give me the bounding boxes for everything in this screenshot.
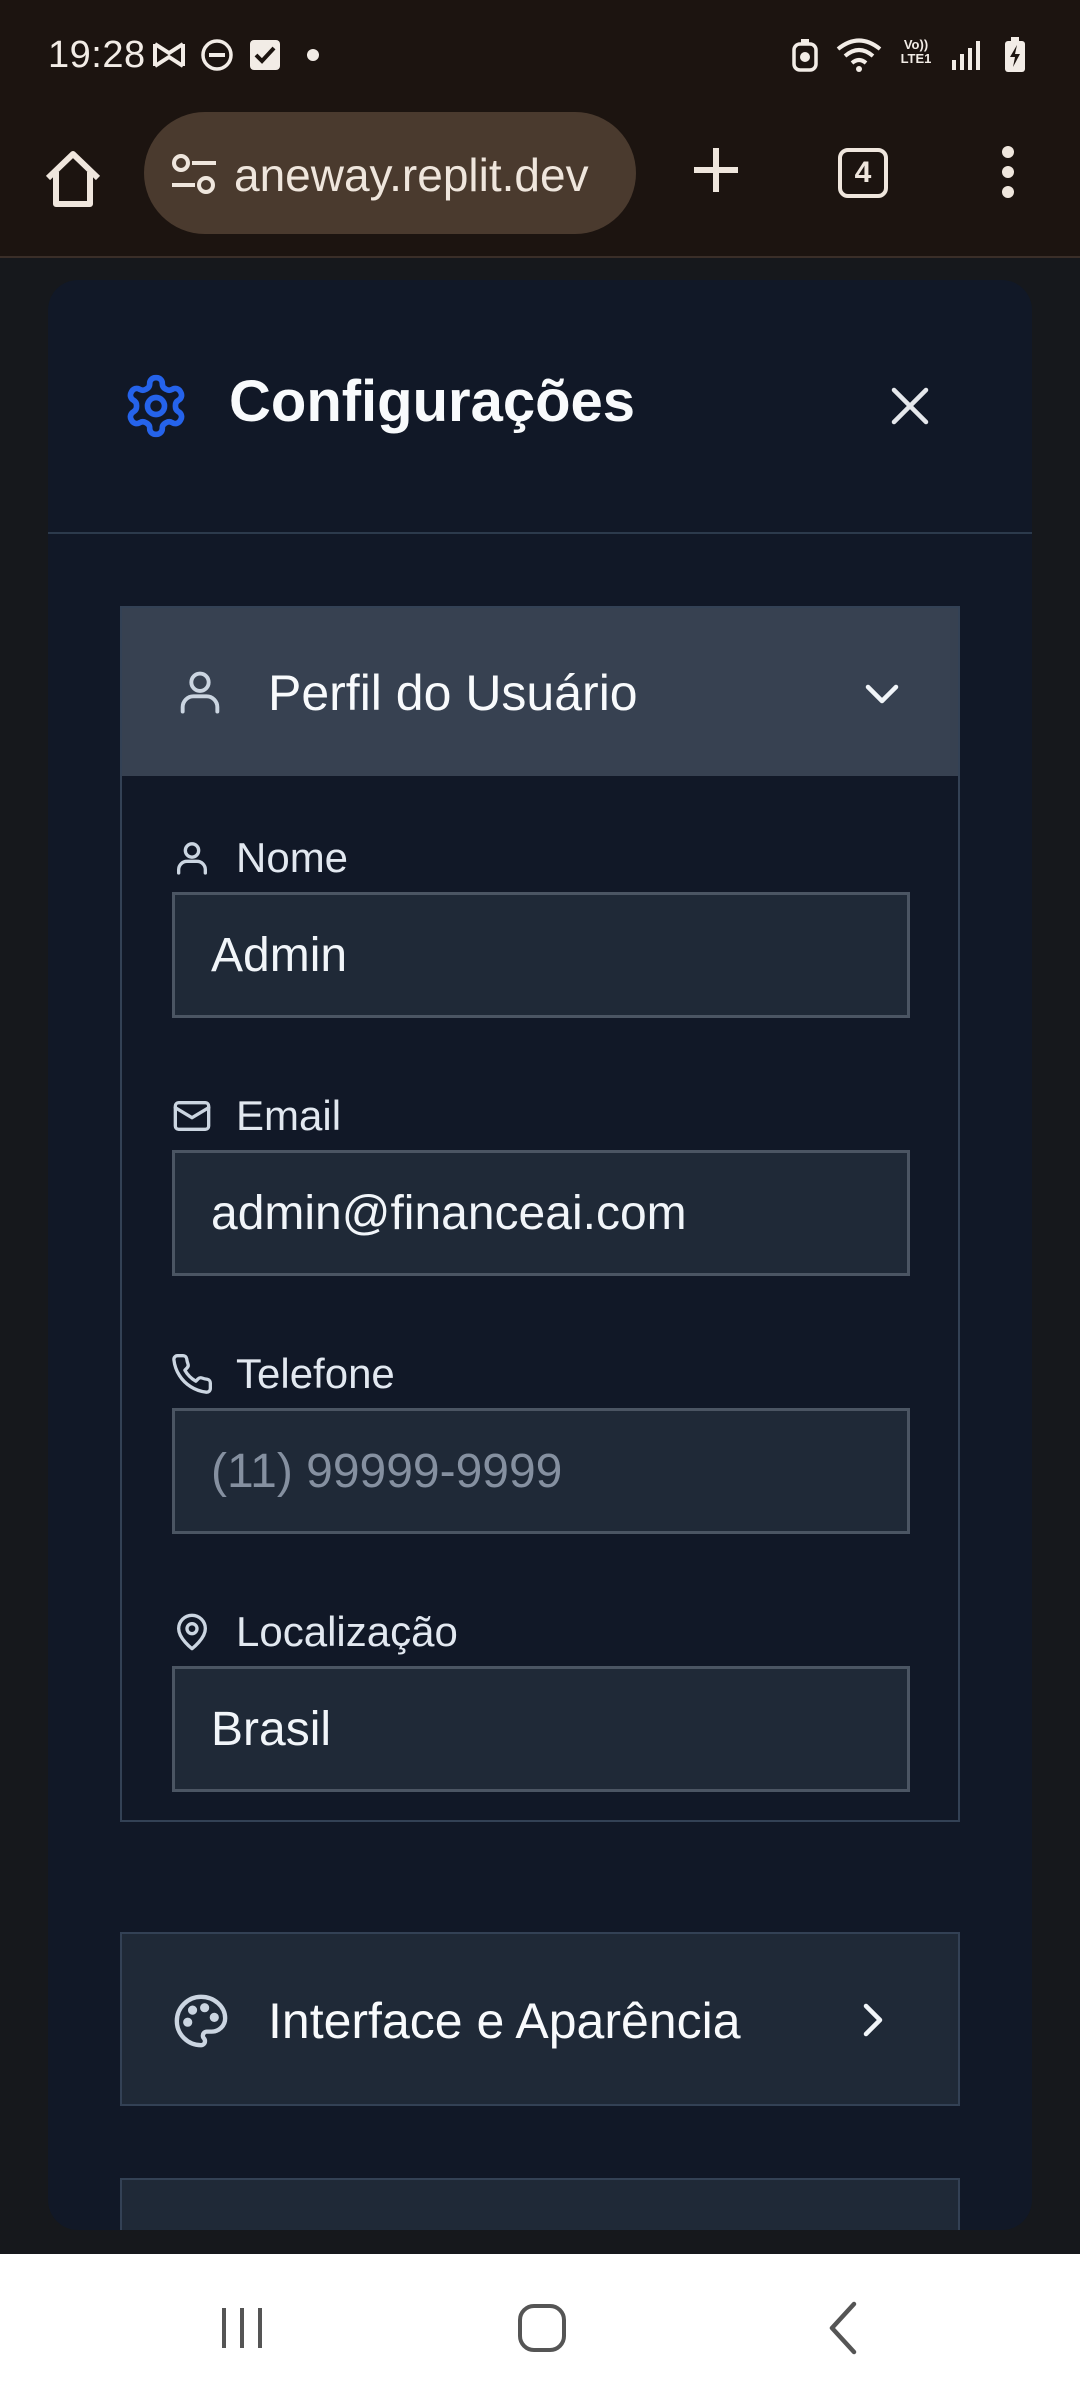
next-section-partial[interactable] <box>120 2178 960 2230</box>
gear-icon <box>122 372 190 440</box>
chevron-down-icon <box>860 672 904 716</box>
recent-apps-icon[interactable] <box>212 2298 272 2358</box>
volte-icon: Vo)) LTE1 <box>900 37 932 66</box>
user-icon <box>170 836 214 880</box>
profile-section: Perfil do Usuário Nome Email Tel <box>120 606 960 1822</box>
new-tab-icon[interactable] <box>684 138 748 202</box>
status-bar: 19:28 Vo)) LTE1 <box>0 0 1080 110</box>
settings-panel: Configurações Perfil do Usuário Nome Adm… <box>48 280 1032 2230</box>
tab-switcher-button[interactable]: 4 <box>838 148 888 198</box>
location-field-label: Localização <box>170 1608 458 1656</box>
status-time: 19:28 <box>48 34 146 76</box>
phone-label: Telefone <box>236 1350 395 1397</box>
browser-toolbar: aneway.replit.dev 4 <box>0 110 1080 258</box>
interface-section-title: Interface e Aparência <box>268 1993 741 2049</box>
name-field[interactable] <box>172 892 910 1018</box>
url-text[interactable]: aneway.replit.dev <box>234 148 622 202</box>
site-settings-icon[interactable] <box>168 152 220 196</box>
location-label: Localização <box>236 1608 458 1655</box>
profile-section-header[interactable]: Perfil do Usuário <box>122 608 958 776</box>
checkbox-icon <box>248 38 282 72</box>
phone-field-label: Telefone <box>170 1350 395 1398</box>
signal-icon <box>950 38 984 72</box>
close-button[interactable] <box>880 376 940 436</box>
chevron-right-icon <box>850 1998 894 2042</box>
profile-section-title: Perfil do Usuário <box>268 665 638 721</box>
url-bar[interactable]: aneway.replit.dev <box>144 112 636 234</box>
mail-icon <box>170 1094 214 1138</box>
back-icon[interactable] <box>814 2298 874 2358</box>
phone-field[interactable] <box>172 1408 910 1534</box>
home-icon[interactable] <box>38 144 108 214</box>
email-field-label: Email <box>170 1092 341 1140</box>
palette-icon <box>172 1992 230 2050</box>
user-icon <box>174 664 226 720</box>
map-pin-icon <box>170 1610 214 1654</box>
dot-icon <box>296 38 330 72</box>
location-field[interactable] <box>172 1666 910 1792</box>
email-field[interactable] <box>172 1150 910 1276</box>
wifi-icon <box>836 38 882 72</box>
battery-charging-icon <box>998 37 1032 72</box>
capcut-icon <box>152 38 186 72</box>
interface-section[interactable]: Interface e Aparência <box>120 1932 960 2106</box>
name-label: Nome <box>236 834 349 881</box>
more-menu-icon[interactable] <box>990 142 1026 202</box>
home-button-icon[interactable] <box>512 2298 572 2358</box>
alarm-icon <box>788 38 822 72</box>
phone-icon <box>170 1352 214 1396</box>
system-nav-bar <box>0 2254 1080 2400</box>
email-label: Email <box>236 1092 342 1139</box>
name-field-label: Nome <box>170 834 348 882</box>
page-title: Configurações <box>229 369 636 434</box>
do-not-disturb-icon <box>200 38 234 72</box>
panel-header: Configurações <box>48 280 1032 534</box>
